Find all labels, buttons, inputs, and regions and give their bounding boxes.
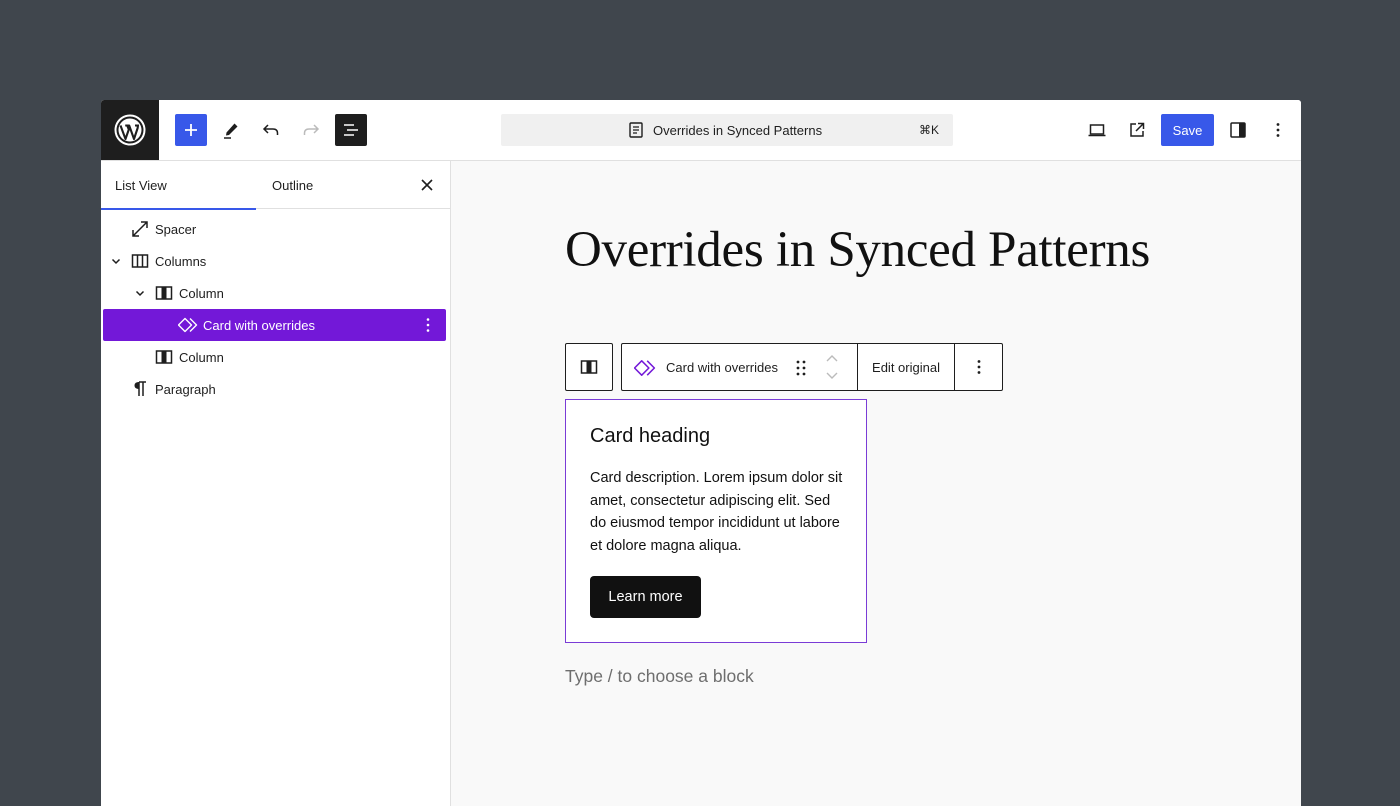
- block-toolbar-group: Card with overrides Edit original: [621, 343, 1003, 391]
- edit-original-button[interactable]: Edit original: [858, 344, 954, 390]
- redo-icon: [303, 124, 320, 135]
- desktop-icon: [1088, 124, 1106, 137]
- spacer-icon: [132, 221, 148, 237]
- redo-button[interactable]: [295, 114, 327, 146]
- paragraph-icon: [134, 381, 146, 396]
- more-vertical-icon: [977, 360, 981, 374]
- external-link-icon: [1130, 122, 1145, 137]
- sidebar-icon: [1230, 122, 1246, 138]
- command-palette-bar[interactable]: Overrides in Synced Patterns ⌘K: [501, 114, 953, 146]
- list-item-spacer[interactable]: Spacer: [103, 213, 446, 245]
- list-view-icon: [344, 124, 358, 136]
- move-down-icon[interactable]: [824, 368, 840, 382]
- learn-more-button[interactable]: Learn more: [590, 576, 701, 618]
- block-name: Card with overrides: [666, 360, 778, 375]
- block-appender-placeholder[interactable]: Type / to choose a block: [565, 666, 754, 687]
- page-title[interactable]: Overrides in Synced Patterns: [565, 221, 1150, 279]
- keyboard-shortcut: ⌘K: [918, 123, 939, 137]
- drag-handle-icon[interactable]: [794, 358, 808, 378]
- save-button[interactable]: Save: [1161, 114, 1214, 146]
- card-description[interactable]: Card description. Lorem ipsum dolor sit …: [590, 467, 846, 557]
- document-title: Overrides in Synced Patterns: [653, 123, 823, 138]
- columns-icon: [131, 254, 149, 268]
- card-heading[interactable]: Card heading: [590, 425, 710, 448]
- column-icon: [580, 360, 598, 374]
- list-item-paragraph[interactable]: Paragraph: [103, 373, 446, 405]
- sidebar-tabs: List View Outline: [101, 161, 450, 210]
- page-icon: [629, 122, 643, 138]
- select-parent-block-button[interactable]: [565, 343, 613, 391]
- list-view-sidebar: List View Outline Spacer Columns Column …: [101, 161, 451, 806]
- preview-button[interactable]: [1081, 114, 1113, 146]
- tab-list-view[interactable]: List View: [101, 161, 256, 210]
- column-icon: [155, 350, 173, 364]
- chevron-down-icon[interactable]: [132, 285, 148, 301]
- list-item-label: Spacer: [155, 222, 197, 237]
- list-item-label: Columns: [155, 254, 207, 269]
- move-up-icon[interactable]: [824, 352, 840, 366]
- list-item-column[interactable]: Column: [103, 277, 446, 309]
- synced-pattern-icon: [178, 317, 198, 333]
- pencil-icon: [224, 123, 238, 139]
- close-sidebar-button[interactable]: [415, 173, 439, 197]
- wordpress-logo-icon[interactable]: [101, 100, 159, 160]
- view-page-button[interactable]: [1121, 114, 1153, 146]
- card-block[interactable]: Card heading Card description. Lorem ips…: [565, 399, 867, 643]
- undo-icon: [262, 124, 279, 135]
- document-overview-button[interactable]: [335, 114, 367, 146]
- list-item-label: Column: [179, 286, 224, 301]
- column-icon: [155, 286, 173, 300]
- close-icon: [421, 179, 433, 191]
- list-item-card-with-overrides[interactable]: Card with overrides: [103, 309, 446, 341]
- list-item-label: Column: [179, 350, 224, 365]
- block-inserter-button[interactable]: [175, 114, 207, 146]
- list-item-column[interactable]: Column: [103, 341, 446, 373]
- list-item-columns[interactable]: Columns: [103, 245, 446, 277]
- editor-canvas[interactable]: Overrides in Synced Patterns Card with o…: [451, 161, 1301, 806]
- block-options-button[interactable]: [955, 344, 1003, 390]
- tools-button[interactable]: [215, 114, 247, 146]
- list-item-label: Paragraph: [155, 382, 216, 397]
- editor-header: Overrides in Synced Patterns ⌘K Save: [101, 100, 1301, 161]
- undo-button[interactable]: [255, 114, 287, 146]
- chevron-down-icon[interactable]: [108, 253, 124, 269]
- more-vertical-icon[interactable]: [418, 315, 438, 335]
- synced-pattern-icon[interactable]: [634, 357, 656, 379]
- more-vertical-icon: [1276, 123, 1280, 137]
- list-item-label: Card with overrides: [203, 318, 315, 333]
- plus-icon: [185, 124, 197, 136]
- tab-outline[interactable]: Outline: [272, 161, 313, 209]
- settings-sidebar-button[interactable]: [1222, 114, 1254, 146]
- options-menu-button[interactable]: [1262, 114, 1294, 146]
- editor-window: Overrides in Synced Patterns ⌘K Save Lis…: [101, 100, 1301, 806]
